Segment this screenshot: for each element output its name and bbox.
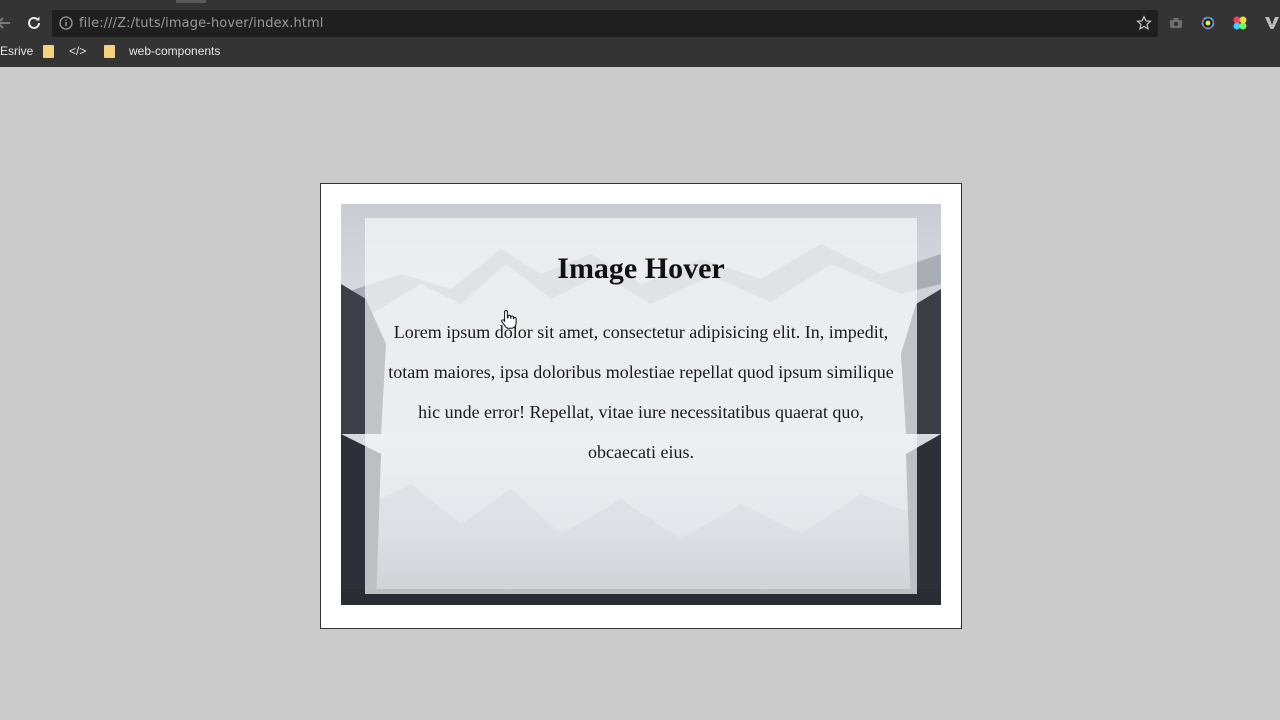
browser-chrome: file:///Z:/tuts/image-hover/index.html E… xyxy=(0,0,1280,67)
bookmark-label: </> xyxy=(69,44,87,58)
bookmark-esrive[interactable]: Esrive xyxy=(0,44,33,58)
browser-toolbar: file:///Z:/tuts/image-hover/index.html xyxy=(0,7,1280,39)
bookmark-web-components[interactable]: web-components xyxy=(104,44,220,58)
card-title: Image Hover xyxy=(557,252,725,285)
folder-icon xyxy=(43,44,54,58)
card-description: Lorem ipsum dolor sit amet, consectetur … xyxy=(388,322,894,462)
v-extension-icon[interactable] xyxy=(1263,14,1280,32)
image-hover-card[interactable]: Image Hover Lorem ipsum dolor sit amet, … xyxy=(320,183,962,629)
tab-edge xyxy=(176,0,206,3)
address-bar[interactable]: file:///Z:/tuts/image-hover/index.html xyxy=(52,10,1158,37)
bookmark-label: web-components xyxy=(129,44,221,58)
bookmarks-bar: Esrive </> web-components xyxy=(0,41,1280,63)
bookmark-star-icon[interactable] xyxy=(1135,14,1153,32)
info-icon[interactable] xyxy=(59,16,73,30)
reload-icon[interactable] xyxy=(24,13,44,33)
palette-extension-icon[interactable] xyxy=(1231,14,1249,32)
bookmark-label: Esrive xyxy=(0,44,34,58)
camera-extension-icon[interactable] xyxy=(1167,14,1185,32)
hand-cursor-icon xyxy=(500,309,518,329)
bookmark-code[interactable]: </> xyxy=(43,44,86,58)
folder-icon xyxy=(104,44,115,58)
color-picker-extension-icon[interactable] xyxy=(1199,14,1217,32)
back-arrow-icon[interactable] xyxy=(0,13,14,33)
url-text[interactable]: file:///Z:/tuts/image-hover/index.html xyxy=(79,16,323,31)
